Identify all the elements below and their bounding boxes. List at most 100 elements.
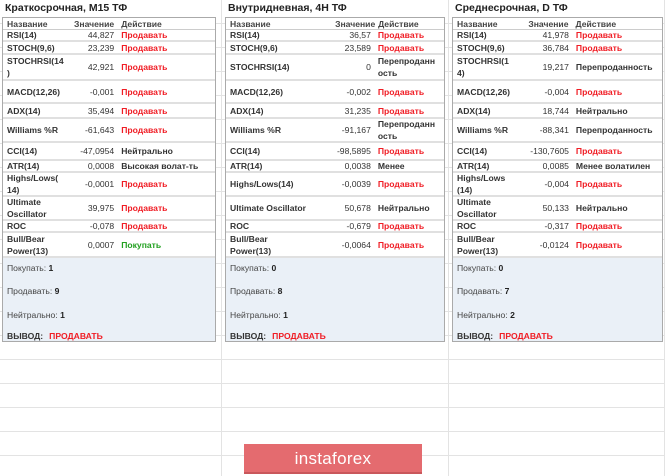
table-row: CCI(14) -130,7605 Продавать xyxy=(453,143,662,161)
summary-sell-label: Продавать: xyxy=(457,286,503,296)
indicator-name: Ultimate Oscillator xyxy=(457,197,497,219)
summary-sell: Продавать: 7 xyxy=(457,286,509,296)
indicator-name: Bull/Bear Power(13) xyxy=(7,233,49,256)
summary-verdict: ВЫВОД: ПРОДАВАТЬ xyxy=(230,331,326,341)
table-row: RSI(14) 36,57 Продавать xyxy=(226,30,444,42)
summary-buy: Покупать: 1 xyxy=(7,263,53,273)
summary-sell: Продавать: 8 xyxy=(230,286,282,296)
indicator-value: -98,5895 xyxy=(336,146,371,156)
table-row: Highs/Lows(14) -0,0039 Продавать xyxy=(226,173,444,197)
indicator-action: Продавать xyxy=(377,86,425,97)
indicator-name: CCI(14) xyxy=(457,146,488,156)
indicator-name: RSI(14) xyxy=(457,30,487,40)
table-row: MACD(12,26) -0,001 Продавать xyxy=(3,81,215,104)
column-header-action: Действие xyxy=(575,18,617,29)
table-row: Ultimate Oscillator 50,133 Нейтрально xyxy=(453,197,662,221)
indicator-action: Продавать xyxy=(575,146,623,156)
summary-neutral-count: 1 xyxy=(60,310,65,320)
indicator-action: Перепроданн ость xyxy=(377,119,436,141)
indicator-name: ATR(14) xyxy=(230,161,263,171)
indicator-value: 50,678 xyxy=(344,203,371,213)
summary-buy: Покупать: 0 xyxy=(457,263,503,273)
indicator-action: Продавать xyxy=(377,179,425,189)
indicator-name: Bull/Bear Power(13) xyxy=(230,233,272,256)
indicator-panel: Внутридневная, 4H ТФ Название Значение Дейс… xyxy=(225,0,445,342)
indicator-panel: Краткосрочная, M15 ТФ Название Значение Дей… xyxy=(2,0,216,342)
table-row: Bull/Bear Power(13) 0,0007 Покупать xyxy=(3,233,215,258)
indicator-action: Продавать xyxy=(377,239,425,250)
summary-verdict: ВЫВОД: ПРОДАВАТЬ xyxy=(7,331,103,341)
column-header-name: Название xyxy=(457,18,498,29)
indicator-value: -0,002 xyxy=(346,86,371,97)
indicator-value: -88,341 xyxy=(539,125,569,135)
table-row: MACD(12,26) -0,002 Продавать xyxy=(226,81,444,104)
table-row: Highs/Lows (14) -0,004 Продавать xyxy=(453,173,662,197)
indicator-name: ROC xyxy=(457,221,477,231)
indicator-value: -0,679 xyxy=(346,221,371,231)
column-header-name: Название xyxy=(230,18,271,29)
indicator-value: -0,0039 xyxy=(341,179,371,189)
indicator-action: Продавать xyxy=(121,42,168,53)
summary-sell: Продавать: 9 xyxy=(7,286,59,296)
table-row: STOCHRSI(1 4) 19,217 Перепроданность xyxy=(453,55,662,81)
verdict-label: ВЫВОД: xyxy=(7,331,44,341)
table-row: ADX(14) 18,744 Нейтрально xyxy=(453,104,662,119)
indicator-action: Нейтрально xyxy=(575,203,628,213)
instaforex-logo-banner[interactable]: instaforex xyxy=(244,444,422,474)
indicator-name: CCI(14) xyxy=(230,146,261,156)
verdict-value: ПРОДАВАТЬ xyxy=(499,331,553,341)
summary-buy-label: Покупать: xyxy=(7,263,47,273)
indicator-name: CCI(14) xyxy=(7,146,38,156)
summary-sell-label: Продавать: xyxy=(7,286,53,296)
indicator-action: Продавать xyxy=(121,62,168,72)
indicator-value: 0 xyxy=(366,62,371,72)
column-header-action: Действие xyxy=(378,18,419,29)
indicator-action: Перепроданность xyxy=(575,125,653,135)
indicator-name: ROC xyxy=(230,221,250,231)
indicator-action: Продавать xyxy=(575,30,623,40)
indicator-name: ROC xyxy=(7,221,27,231)
table-row: STOCH(9,6) 36,784 Продавать xyxy=(453,42,662,55)
grid-line xyxy=(448,0,449,476)
indicator-value: 0,0038 xyxy=(344,161,371,171)
indicator-action: Продавать xyxy=(575,239,623,250)
indicator-table: Название Значение Действие RSI(14) 44,827 Про… xyxy=(2,17,216,342)
indicator-action: Продавать xyxy=(575,221,623,231)
indicator-value: 31,235 xyxy=(344,105,371,116)
summary-neutral-count: 1 xyxy=(283,310,288,320)
indicator-name: Highs/Lows (14) xyxy=(457,173,506,195)
table-row: RSI(14) 44,827 Продавать xyxy=(3,30,215,42)
indicator-value: -0,078 xyxy=(89,221,115,231)
indicator-value: -47,0954 xyxy=(80,146,115,156)
indicator-name: Highs/Lows( 14) xyxy=(7,173,59,195)
indicator-value: 36,784 xyxy=(542,42,569,53)
summary-buy-label: Покупать: xyxy=(230,263,270,273)
indicator-name: ADX(14) xyxy=(7,105,41,116)
indicator-value: 0,0085 xyxy=(542,161,569,171)
summary-buy-count: 1 xyxy=(48,263,54,273)
indicator-action: Продавать xyxy=(575,86,623,97)
panel-title: Среднесрочная, D ТФ xyxy=(452,0,663,17)
summary-neutral: Нейтрально: 1 xyxy=(7,310,65,320)
table-row: RSI(14) 41,978 Продавать xyxy=(453,30,662,42)
indicator-value: -0,001 xyxy=(89,86,115,97)
indicator-action: Нейтрально xyxy=(575,105,628,116)
verdict-value: ПРОДАВАТЬ xyxy=(49,331,103,341)
indicator-value: -61,643 xyxy=(85,125,115,135)
indicator-value: 36,57 xyxy=(349,30,371,40)
indicator-action: Продавать xyxy=(121,86,168,97)
table-row: ROC -0,679 Продавать xyxy=(226,221,444,233)
indicator-action: Продавать xyxy=(121,179,168,189)
table-row: Williams %R -61,643 Продавать xyxy=(3,119,215,143)
indicator-action: Менее xyxy=(377,161,405,171)
indicator-value: 18,744 xyxy=(542,105,569,116)
summary-sell-label: Продавать: xyxy=(230,286,276,296)
table-row: Ultimate Oscillator 50,678 Нейтрально xyxy=(226,197,444,221)
table-row: STOCHRSI(14 ) 42,921 Продавать xyxy=(3,55,215,81)
table-row: Ultimate Oscillator 39,975 Продавать xyxy=(3,197,215,221)
table-row: STOCH(9,6) 23,589 Продавать xyxy=(226,42,444,55)
table-row: MACD(12,26) -0,004 Продавать xyxy=(453,81,662,104)
summary-sell-count: 7 xyxy=(504,286,510,296)
summary-box: Покупать: 1 Продавать: 9 Нейтрально: 1 ВЫВО… xyxy=(3,258,215,341)
summary-verdict: ВЫВОД: ПРОДАВАТЬ xyxy=(457,331,553,341)
